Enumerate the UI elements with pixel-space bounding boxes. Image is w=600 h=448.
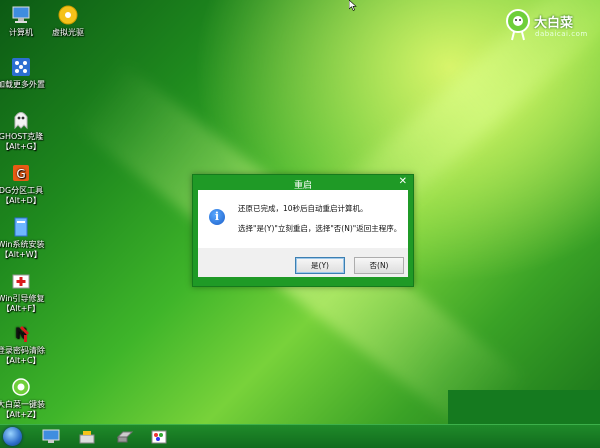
- install-disk-icon: [14, 217, 28, 237]
- mouse-cursor-icon: [349, 0, 357, 11]
- brand-domain: dabaicai.com: [535, 30, 588, 38]
- desktop-icon-label: 虚拟光驱: [52, 28, 84, 37]
- info-icon: i: [209, 209, 225, 225]
- cabbage-icon: [12, 378, 30, 396]
- desktop-icon-label: 计算机: [9, 28, 33, 37]
- computer-icon: [12, 6, 30, 23]
- svg-text:G: G: [16, 167, 25, 181]
- monitor-icon[interactable]: [42, 428, 60, 445]
- desktop-icon-hotkey: 【Alt+W】: [0, 250, 42, 259]
- desktop-icon-win-install[interactable]: Win系统安装 【Alt+W】: [0, 216, 49, 260]
- desktop-icon-label: Win系统安装: [0, 240, 45, 249]
- desktop-icon-label: Win引导修复: [0, 294, 45, 303]
- desktop-icon-hotkey: 【Alt+F】: [1, 304, 41, 313]
- desktop-icon-label: 登录密码清除: [0, 346, 45, 355]
- partition-tool-icon: G: [13, 165, 29, 181]
- desktop-icon-label: GHOST克隆: [0, 132, 44, 141]
- first-aid-icon: [12, 274, 30, 289]
- network-icon: [12, 58, 30, 76]
- desktop-icon-hotkey: 【Alt+C】: [1, 356, 41, 365]
- brand-logo: 大白菜 dabaicai.com: [504, 6, 587, 46]
- cabbage-logo-icon: [506, 9, 530, 41]
- desktop-icon-virtual-drive[interactable]: 虚拟光驱: [40, 4, 96, 38]
- password-key-icon: N: [15, 326, 29, 342]
- disc-icon: [58, 5, 78, 25]
- taskbar: [0, 424, 600, 448]
- start-button[interactable]: [3, 427, 22, 446]
- desktop-icon-ghost[interactable]: GHOST克隆 【Alt+G】: [0, 108, 49, 152]
- restart-dialog: 重启 ✕ i 还原已完成，10秒后自动重启计算机。 选择"是(Y)"立刻重启，选…: [192, 174, 414, 287]
- desktop-icon-load-external[interactable]: 加载更多外置: [0, 56, 49, 90]
- dialog-footer: 是(Y) 否(N): [198, 248, 408, 277]
- no-button[interactable]: 否(N): [354, 257, 404, 274]
- desktop-icon-label: 大白菜一键装: [0, 400, 45, 409]
- dialog-instruction: 选择"是(Y)"立刻重启，选择"否(N)"返回主程序。: [238, 224, 402, 233]
- yes-button[interactable]: 是(Y): [295, 257, 345, 274]
- desktop-icon-label: 加载更多外置: [0, 80, 45, 89]
- desktop-icon-hotkey: 【Alt+Z】: [1, 410, 41, 419]
- dialog-body: i 还原已完成，10秒后自动重启计算机。 选择"是(Y)"立刻重启，选择"否(N…: [198, 190, 408, 248]
- dialog-message: 还原已完成，10秒后自动重启计算机。: [238, 204, 368, 213]
- close-icon[interactable]: ✕: [399, 176, 407, 187]
- paint-icon[interactable]: [150, 428, 168, 445]
- desktop-icon-hotkey: 【Alt+D】: [1, 196, 41, 205]
- desktop-icon-label: DG分区工具: [0, 186, 44, 195]
- ghost-icon: [14, 112, 28, 130]
- desktop-icon-diskgenius[interactable]: G DG分区工具 【Alt+D】: [0, 162, 49, 206]
- hard-drive-icon[interactable]: [116, 428, 134, 445]
- desktop-icon-boot-repair[interactable]: Win引导修复 【Alt+F】: [0, 270, 49, 314]
- desktop-icon-password-clear[interactable]: N 登录密码清除 【Alt+C】: [0, 322, 49, 366]
- desktop-icon-hotkey: 【Alt+G】: [1, 142, 41, 151]
- desktop-icon-one-click-install[interactable]: 大白菜一键装 【Alt+Z】: [0, 376, 49, 420]
- brand-name: 大白菜: [534, 16, 574, 31]
- tools-icon[interactable]: [78, 428, 96, 445]
